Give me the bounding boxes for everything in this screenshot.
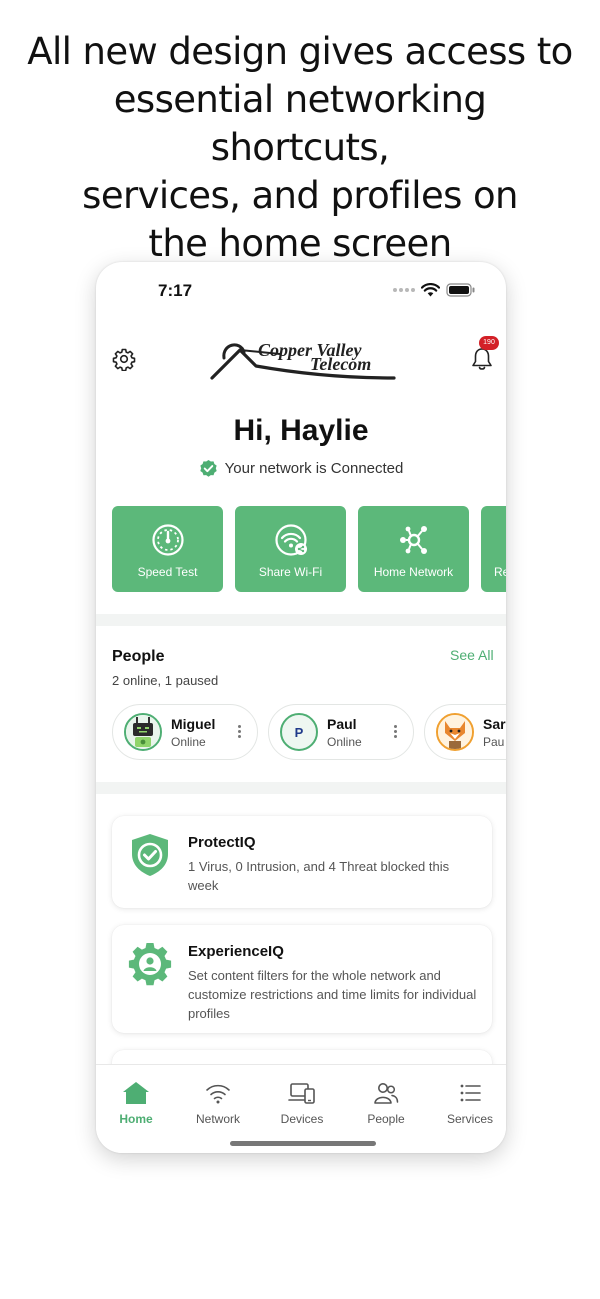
see-all-link[interactable]: See All (450, 647, 494, 663)
home-indicator (230, 1141, 376, 1146)
nav-label: People (367, 1112, 405, 1126)
person-name: Miguel (171, 715, 216, 732)
gear-icon[interactable] (112, 347, 136, 371)
network-status-text: Your network is Connected (224, 460, 404, 477)
experienceiq-card[interactable]: ExperienceIQ Set content filters for the… (112, 925, 492, 1033)
avatar (124, 713, 162, 751)
speedometer-icon (151, 524, 184, 556)
card-title: ProtectIQ (188, 834, 256, 851)
nav-label: Network (195, 1112, 240, 1126)
home-icon (123, 1082, 149, 1104)
avatar (436, 713, 474, 751)
headline-line-4: the home screen (148, 222, 452, 265)
fox-avatar-icon (438, 715, 472, 749)
network-status: Your network is Connected (96, 459, 506, 478)
share-wifi-tile[interactable]: Share Wi-Fi (235, 506, 346, 592)
people-title: People (112, 648, 165, 665)
shortcut-row: Speed Test Share Wi-Fi Home Network R (112, 506, 506, 592)
gear-person-icon (128, 943, 172, 986)
company-logo: Copper Valley Telecom (210, 340, 396, 380)
bottom-navigation: Home Network Devices People Services (96, 1064, 506, 1153)
section-divider (96, 614, 506, 626)
person-status: Pau (483, 734, 505, 749)
people-list: Miguel Online P Paul Online Sar Pau (112, 704, 506, 760)
more-options-icon[interactable] (238, 725, 241, 738)
protectiq-card[interactable]: ProtectIQ 1 Virus, 0 Intrusion, and 4 Th… (112, 816, 492, 908)
nav-label: Home (119, 1112, 153, 1126)
devices-icon (288, 1083, 315, 1104)
marketing-headline: All new design gives access to essential… (20, 28, 580, 268)
card-description: 1 Virus, 0 Intrusion, and 4 Threat block… (188, 859, 450, 893)
section-divider (96, 782, 506, 794)
partial-tile[interactable]: Re (481, 506, 506, 592)
person-card-paul[interactable]: P Paul Online (268, 704, 414, 760)
avatar: P (280, 713, 318, 751)
more-options-icon[interactable] (394, 725, 397, 738)
nav-label: Services (446, 1112, 493, 1126)
greeting-title: Hi, Haylie (233, 414, 369, 447)
battery-icon (446, 283, 475, 297)
person-name: Sar (483, 715, 506, 732)
status-time: 7:17 (158, 281, 193, 300)
logo-text-line-2: Telecom (310, 354, 371, 374)
check-circle-icon (199, 459, 217, 477)
tile-label: Home Network (373, 565, 454, 579)
status-icons (393, 281, 476, 299)
avatar-initial: P (294, 724, 304, 740)
wifi-icon (206, 1084, 230, 1104)
people-subtitle: 2 online, 1 paused (112, 673, 219, 688)
robot-avatar-icon (126, 715, 160, 749)
nav-services[interactable]: Services (430, 1081, 506, 1126)
tile-label: Share Wi-Fi (258, 565, 323, 579)
person-card-miguel[interactable]: Miguel Online (112, 704, 258, 760)
notification-badge: 190 (479, 336, 499, 350)
nav-people[interactable]: People (346, 1081, 426, 1126)
shield-check-icon (132, 834, 168, 876)
person-card-sar[interactable]: Sar Pau (424, 704, 506, 760)
nav-home[interactable]: Home (96, 1081, 176, 1126)
nav-label: Devices (280, 1112, 324, 1126)
card-description: Set content filters for the whole networ… (188, 968, 477, 1021)
person-status: Online (327, 734, 362, 749)
list-icon (460, 1084, 481, 1102)
person-status: Online (171, 734, 206, 749)
tile-label: Re (494, 565, 506, 579)
wifi-status-icon (421, 283, 440, 297)
phone-screen: 7:17 Copper Valley Telecom 190 Hi, Hayli… (96, 262, 506, 1153)
tile-label: Speed Test (137, 565, 198, 579)
wifi-share-icon (274, 524, 307, 556)
headline-line-3: services, and profiles on (82, 174, 518, 217)
signal-icon (393, 288, 415, 292)
person-name: Paul (327, 715, 357, 732)
network-hub-icon (399, 526, 427, 554)
headline-line-1: All new design gives access to (27, 30, 573, 73)
nav-network[interactable]: Network (178, 1081, 258, 1126)
card-title: ExperienceIQ (188, 943, 284, 960)
headline-line-2: essential networking shortcuts, (113, 78, 487, 169)
people-icon (374, 1083, 399, 1104)
nav-devices[interactable]: Devices (262, 1081, 342, 1126)
home-network-tile[interactable]: Home Network (358, 506, 469, 592)
speed-test-tile[interactable]: Speed Test (112, 506, 223, 592)
